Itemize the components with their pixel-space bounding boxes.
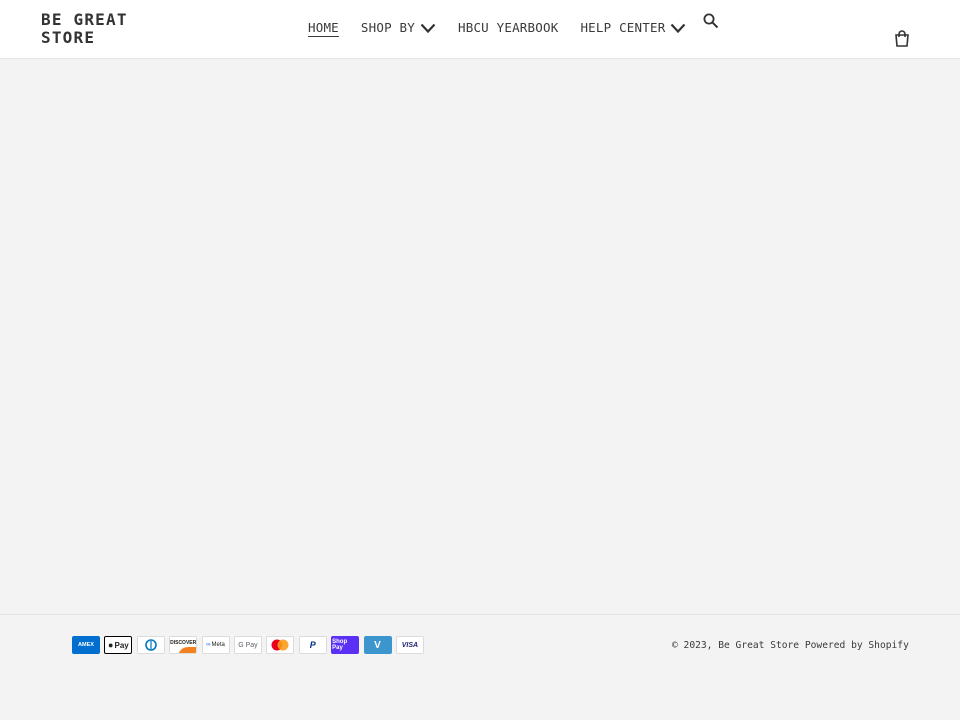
nav-item-label: HELP CENTER bbox=[580, 20, 666, 35]
copyright-text: © 2023, Be Great Store Powered by Shopif… bbox=[672, 640, 909, 651]
search-icon[interactable] bbox=[703, 13, 719, 29]
copyright-prefix: © 2023, bbox=[672, 640, 713, 651]
discover-icon: DISCOVER bbox=[169, 636, 198, 654]
chevron-down-icon bbox=[671, 23, 686, 33]
visa-icon: VISA bbox=[395, 636, 424, 654]
shop-pay-icon: Shop Pay bbox=[331, 636, 360, 654]
diners-club-icon bbox=[136, 636, 165, 654]
paypal-icon: P bbox=[298, 636, 327, 654]
main-content bbox=[0, 60, 960, 614]
chevron-down-icon bbox=[420, 23, 436, 33]
amex-icon: AMEX bbox=[72, 636, 100, 654]
site-footer: AMEX ● Pay DISCOVER ∞ Meta G Pay P Shop Pa… bbox=[0, 614, 960, 720]
nav-item-shop-by[interactable]: SHOP BY bbox=[361, 20, 436, 35]
payment-icons: AMEX ● Pay DISCOVER ∞ Meta G Pay P Shop Pa… bbox=[72, 636, 428, 654]
meta-pay-icon: ∞ Meta bbox=[201, 636, 230, 654]
cart-icon[interactable] bbox=[894, 30, 910, 47]
site-header: BE GREAT STORE HOME SHOP BY HBCU YEARBOO… bbox=[0, 0, 960, 59]
nav-item-hbcu-yearbook[interactable]: HBCU YEARBOOK bbox=[458, 20, 558, 35]
nav-item-label: SHOP BY bbox=[360, 20, 415, 35]
main-nav: HOME SHOP BY HBCU YEARBOOK HELP CENTER bbox=[308, 20, 686, 35]
nav-item-home[interactable]: HOME bbox=[308, 20, 339, 35]
mastercard-icon bbox=[266, 636, 295, 654]
powered-by-shopify-link[interactable]: Powered by Shopify bbox=[805, 640, 909, 651]
store-link[interactable]: Be Great Store bbox=[718, 640, 799, 651]
nav-item-label: HBCU YEARBOOK bbox=[458, 20, 559, 35]
google-pay-icon: G Pay bbox=[233, 636, 262, 654]
venmo-icon: V bbox=[363, 636, 392, 654]
nav-item-label: HOME bbox=[308, 20, 339, 35]
store-logo[interactable]: BE GREAT STORE bbox=[41, 11, 161, 47]
apple-pay-icon: ● Pay bbox=[104, 636, 133, 654]
nav-item-help-center[interactable]: HELP CENTER bbox=[580, 20, 686, 35]
